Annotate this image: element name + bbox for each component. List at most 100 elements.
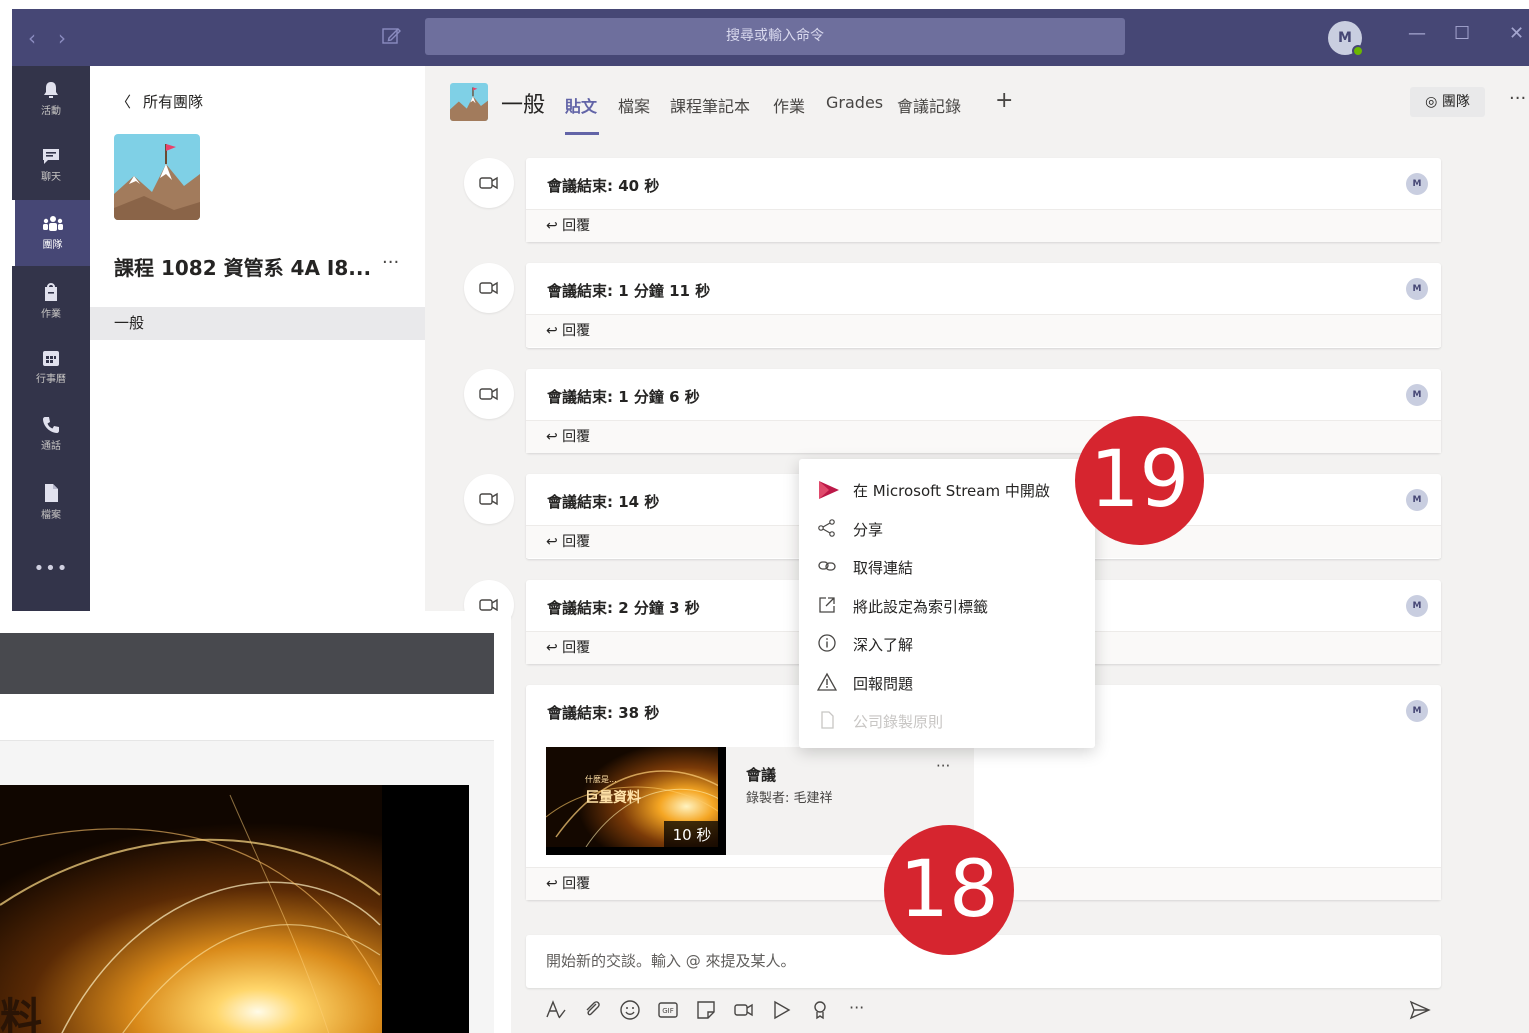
reply-button[interactable]: ↩ 回覆	[526, 209, 1441, 242]
rail-item-teams[interactable]: 團隊	[12, 200, 90, 266]
add-tab-icon[interactable]: +	[995, 88, 1013, 113]
menu-item-label: 取得連結	[853, 559, 914, 577]
rail-label: 通話	[41, 441, 61, 452]
tab-assignments[interactable]: 作業	[773, 93, 805, 117]
post-avatar[interactable]: M	[1406, 489, 1428, 511]
format-icon[interactable]	[544, 998, 568, 1022]
rail-item-activity[interactable]: 活動	[12, 66, 90, 132]
step-badge-18: 18	[884, 825, 1014, 955]
tab-files[interactable]: 檔案	[618, 93, 650, 117]
channel-header: 一般 貼文 檔案 課程筆記本 作業 Grades 會議記錄 + ◎ 團隊 ···	[425, 66, 1529, 144]
rail-item-calendar[interactable]: 行事曆	[12, 334, 90, 400]
close-icon[interactable]: ✕	[1509, 23, 1524, 44]
team-name: 課程 1082 資管系 4A I8...	[114, 256, 372, 280]
send-icon[interactable]	[1408, 998, 1432, 1022]
stream-share-icon[interactable]	[770, 998, 794, 1022]
info-icon	[818, 634, 836, 652]
meeting-avatar	[464, 369, 514, 419]
forward-arrow-icon[interactable]: ›	[58, 26, 66, 50]
team-more-options-icon[interactable]: ···	[382, 252, 399, 273]
post-card: 會議結束: 1 分鐘 11 秒 M ↩ 回覆	[526, 263, 1441, 348]
meeting-video-icon	[479, 176, 498, 190]
header-more-options-icon[interactable]: ···	[1509, 88, 1526, 109]
gif-icon[interactable]: GIF	[656, 998, 680, 1022]
recording-thumbnail[interactable]: 什麼是... 巨量資料 10 秒	[546, 747, 726, 855]
sticker-icon[interactable]	[694, 998, 718, 1022]
more-apps-icon[interactable]: •••	[12, 558, 90, 579]
svg-text:GIF: GIF	[662, 1007, 674, 1015]
rail-label: 團隊	[42, 240, 63, 251]
menu-item-get-link[interactable]: 取得連結	[799, 547, 1095, 585]
open-external-icon	[819, 597, 835, 613]
tab-grades[interactable]: Grades	[826, 93, 883, 112]
post-avatar[interactable]: M	[1406, 595, 1428, 617]
title-bar: ‹ › 搜尋或輸入命令 M — ☐ ✕	[12, 9, 1529, 66]
menu-item-label: 回報問題	[853, 675, 914, 693]
post-avatar[interactable]: M	[1406, 278, 1428, 300]
chevron-left-icon: 〈	[116, 93, 132, 111]
tab-posts[interactable]: 貼文	[565, 93, 597, 117]
tab-class-notebook[interactable]: 課程筆記本	[670, 93, 750, 117]
reply-button[interactable]: ↩ 回覆	[526, 420, 1441, 453]
teams-icon	[42, 216, 63, 231]
post-title: 會議結束: 14 秒	[547, 493, 660, 511]
all-teams-link[interactable]: 〈所有團隊	[116, 91, 203, 112]
stream-window: 料	[0, 611, 511, 1033]
meeting-avatar	[464, 158, 514, 208]
rail-item-chat[interactable]: 聊天	[12, 132, 90, 198]
rail-item-calls[interactable]: 通話	[12, 401, 90, 467]
link-icon	[818, 561, 836, 571]
rail-item-files[interactable]: 檔案	[12, 468, 90, 534]
minimize-icon[interactable]: —	[1408, 23, 1426, 44]
meet-now-icon[interactable]	[732, 998, 756, 1022]
menu-item-set-as-tab[interactable]: 將此設定為索引標籤	[799, 586, 1095, 624]
active-tab-indicator	[565, 132, 599, 135]
thumbnail-caption: 巨量資料	[585, 790, 641, 806]
user-avatar[interactable]: M	[1328, 21, 1364, 57]
post-avatar[interactable]: M	[1406, 700, 1428, 722]
post-avatar[interactable]: M	[1406, 384, 1428, 406]
menu-item-label: 分享	[853, 521, 884, 539]
rail-item-assignments[interactable]: 作業	[12, 267, 90, 333]
meeting-video-icon	[479, 387, 498, 401]
all-teams-label: 所有團隊	[143, 93, 204, 111]
thumbnail-caption-small: 什麼是...	[585, 775, 617, 784]
menu-item-label: 深入了解	[853, 636, 914, 654]
meeting-video-icon	[479, 492, 498, 506]
post-title: 會議結束: 38 秒	[547, 704, 660, 722]
phone-icon	[43, 417, 59, 433]
rail-label: 聊天	[41, 172, 61, 183]
emoji-icon[interactable]	[618, 998, 642, 1022]
reply-button[interactable]: ↩ 回覆	[526, 314, 1441, 347]
post-avatar[interactable]: M	[1406, 173, 1428, 195]
post-card: 會議結束: 1 分鐘 6 秒 M ↩ 回覆	[526, 369, 1441, 453]
menu-item-open-in-stream[interactable]: 在 Microsoft Stream 中開啟	[799, 470, 1095, 508]
attach-icon[interactable]	[581, 998, 605, 1022]
video-caption-partial: 料	[0, 994, 43, 1033]
channel-team-logo	[450, 83, 488, 121]
menu-item-label: 公司錄製原則	[853, 713, 944, 731]
menu-item-learn-more[interactable]: 深入了解	[799, 624, 1095, 662]
compose-icon[interactable]	[380, 25, 402, 47]
recording-title: 會議	[746, 766, 777, 784]
compose-toolbar: GIF ···	[526, 992, 1441, 1028]
search-input[interactable]: 搜尋或輸入命令	[425, 18, 1125, 55]
menu-item-share[interactable]: 分享	[799, 509, 1095, 547]
maximize-icon[interactable]: ☐	[1454, 23, 1470, 44]
compose-more-icon[interactable]: ···	[849, 998, 864, 1017]
team-picture	[114, 134, 200, 220]
praise-icon[interactable]	[808, 998, 832, 1022]
back-arrow-icon[interactable]: ‹	[28, 26, 36, 50]
tab-meeting-notes[interactable]: 會議記錄	[897, 93, 961, 117]
calendar-icon	[43, 351, 59, 366]
menu-item-report-problem[interactable]: 回報問題	[799, 663, 1095, 701]
channel-item-general[interactable]: 一般	[90, 307, 425, 340]
bell-icon	[44, 82, 58, 98]
video-player[interactable]: 料	[0, 785, 469, 1033]
post-title: 會議結束: 2 分鐘 3 秒	[547, 599, 700, 617]
files-icon	[45, 484, 58, 502]
recording-more-options-icon[interactable]: ···	[936, 757, 950, 775]
menu-item-recording-policy: 公司錄製原則	[799, 701, 1095, 739]
team-panel: 〈所有團隊 課程 1082 資管系 4A I8... ··· 一般	[90, 66, 425, 613]
team-button[interactable]: ◎ 團隊	[1410, 87, 1485, 117]
